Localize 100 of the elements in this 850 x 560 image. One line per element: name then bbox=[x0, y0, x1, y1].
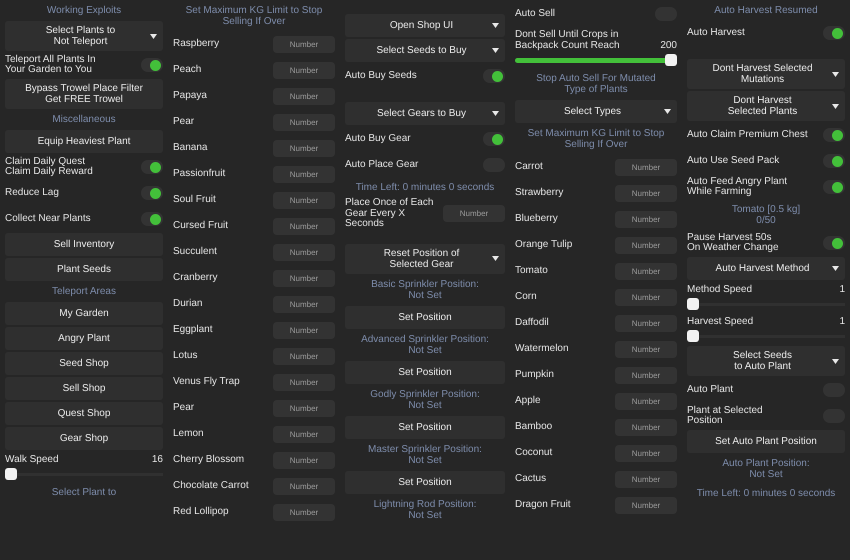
number-field[interactable]: Number bbox=[273, 374, 335, 390]
dropdown[interactable]: Reset Position of Selected Gear bbox=[345, 244, 505, 274]
toggle-switch[interactable] bbox=[823, 26, 845, 40]
number-field[interactable]: Number bbox=[273, 192, 335, 208]
dropdown[interactable]: Auto Harvest Method bbox=[687, 257, 845, 280]
action-button[interactable]: Bypass Trowel Place Filter Get FREE Trowel bbox=[5, 79, 163, 109]
section-heading: Set Maximum KG Limit to Stop Selling If Over bbox=[526, 127, 666, 152]
dropdown[interactable]: Select Types bbox=[515, 100, 677, 123]
action-button[interactable]: Seed Shop bbox=[5, 352, 163, 375]
number-field[interactable]: Number bbox=[615, 470, 677, 488]
action-button[interactable]: Set Auto Plant Position bbox=[687, 430, 845, 453]
toggle-switch[interactable] bbox=[141, 58, 163, 72]
number-field[interactable]: Number bbox=[615, 236, 677, 254]
toggle-label: Auto Harvest bbox=[687, 28, 745, 38]
toggle-switch[interactable] bbox=[823, 154, 845, 168]
number-field[interactable]: Number bbox=[273, 166, 335, 182]
toggle-label: Pause Harvest 50s On Weather Change bbox=[687, 232, 779, 254]
slider-value: 1 bbox=[839, 284, 845, 295]
slider[interactable] bbox=[687, 298, 845, 310]
caret-icon bbox=[832, 104, 839, 108]
field-label: Orange Tulip bbox=[515, 240, 572, 250]
number-field[interactable]: Number bbox=[615, 444, 677, 462]
action-button[interactable]: Sell Shop bbox=[5, 377, 163, 400]
field-label: Lotus bbox=[173, 350, 198, 362]
toggle-switch[interactable] bbox=[141, 186, 163, 200]
field-label: Coconut bbox=[515, 448, 552, 458]
number-field[interactable]: Number bbox=[273, 504, 335, 520]
slider[interactable] bbox=[515, 54, 677, 66]
number-field[interactable]: Number bbox=[615, 496, 677, 514]
toggle-switch[interactable] bbox=[483, 132, 505, 146]
number-field[interactable]: Number bbox=[615, 418, 677, 436]
number-field[interactable]: Number bbox=[273, 88, 335, 104]
slider-handle[interactable] bbox=[687, 298, 699, 310]
toggle-switch[interactable] bbox=[141, 212, 163, 226]
number-field[interactable]: Number bbox=[273, 218, 335, 234]
dropdown[interactable]: Dont Harvest Selected Mutations bbox=[687, 59, 845, 89]
number-field[interactable]: Number bbox=[273, 270, 335, 286]
action-button[interactable]: Angry Plant bbox=[5, 327, 163, 350]
number-field[interactable]: Number bbox=[615, 392, 677, 410]
dropdown[interactable]: Select Gears to Buy bbox=[345, 102, 505, 125]
number-field[interactable]: Number bbox=[273, 322, 335, 338]
number-field[interactable]: Number bbox=[273, 62, 335, 78]
field-label: Pumpkin bbox=[515, 370, 554, 380]
dropdown[interactable]: Select Plants to Not Teleport bbox=[5, 21, 163, 51]
section-heading: Teleport Areas bbox=[51, 285, 117, 299]
action-button[interactable]: Quest Shop bbox=[5, 402, 163, 425]
toggle-label: Auto Buy Seeds bbox=[345, 70, 417, 82]
number-field[interactable]: Number bbox=[273, 348, 335, 364]
number-field[interactable]: Number bbox=[615, 158, 677, 176]
number-field[interactable]: Number bbox=[615, 262, 677, 280]
action-button[interactable]: Equip Heaviest Plant bbox=[5, 130, 163, 153]
number-field[interactable]: Number bbox=[273, 478, 335, 494]
number-field[interactable]: Number bbox=[273, 114, 335, 130]
toggle-switch[interactable] bbox=[823, 180, 845, 194]
slider-handle[interactable] bbox=[5, 468, 17, 480]
section-heading: Auto Plant Position: Not Set bbox=[721, 457, 811, 482]
toggle-switch[interactable] bbox=[823, 236, 845, 250]
field-label: Corn bbox=[515, 292, 537, 302]
slider-handle[interactable] bbox=[687, 330, 699, 342]
caret-icon bbox=[664, 109, 671, 114]
number-field[interactable]: Number bbox=[443, 205, 505, 222]
number-field[interactable]: Number bbox=[273, 296, 335, 312]
slider[interactable] bbox=[687, 330, 845, 342]
action-button[interactable]: Set Position bbox=[345, 360, 505, 384]
action-button[interactable]: My Garden bbox=[5, 302, 163, 325]
number-field[interactable]: Number bbox=[615, 288, 677, 306]
field-label: Pear bbox=[173, 116, 194, 128]
number-field[interactable]: Number bbox=[273, 400, 335, 416]
slider-handle[interactable] bbox=[665, 54, 677, 66]
toggle-label: Plant at Selected Position bbox=[687, 406, 763, 426]
dropdown[interactable]: Select Seeds to Buy bbox=[345, 39, 505, 62]
action-button[interactable]: Set Position bbox=[345, 470, 505, 494]
number-field[interactable]: Number bbox=[273, 36, 335, 52]
dropdown[interactable]: Select Seeds to Auto Plant bbox=[687, 346, 845, 376]
number-field[interactable]: Number bbox=[615, 314, 677, 332]
number-field[interactable]: Number bbox=[273, 426, 335, 442]
number-field[interactable]: Number bbox=[273, 244, 335, 260]
number-field[interactable]: Number bbox=[273, 452, 335, 468]
toggle-switch[interactable] bbox=[483, 69, 505, 83]
number-field[interactable]: Number bbox=[615, 184, 677, 202]
number-field[interactable]: Number bbox=[615, 210, 677, 228]
dropdown[interactable]: Dont Harvest Selected Plants bbox=[687, 91, 845, 121]
section-heading: Time Left: 0 minutes 0 seconds bbox=[696, 487, 836, 501]
toggle-switch[interactable] bbox=[141, 160, 163, 174]
action-button[interactable]: Gear Shop bbox=[5, 427, 163, 450]
field-label: Passionfruit bbox=[173, 168, 226, 180]
action-button[interactable]: Set Position bbox=[345, 416, 505, 438]
dropdown[interactable]: Open Shop UI bbox=[345, 14, 505, 37]
number-field[interactable]: Number bbox=[615, 366, 677, 384]
action-button[interactable]: Plant Seeds bbox=[5, 258, 163, 281]
toggle-label: Auto Plant bbox=[687, 384, 734, 396]
slider[interactable] bbox=[5, 468, 163, 480]
number-field[interactable]: Number bbox=[615, 340, 677, 358]
section-heading: Basic Sprinkler Position: Not Set bbox=[370, 278, 480, 302]
action-button[interactable]: Set Position bbox=[345, 306, 505, 328]
toggle-label: Reduce Lag bbox=[5, 188, 59, 198]
toggle-switch[interactable] bbox=[823, 128, 845, 142]
action-button[interactable]: Sell Inventory bbox=[5, 233, 163, 256]
caret-icon bbox=[150, 34, 157, 38]
number-field[interactable]: Number bbox=[273, 140, 335, 156]
